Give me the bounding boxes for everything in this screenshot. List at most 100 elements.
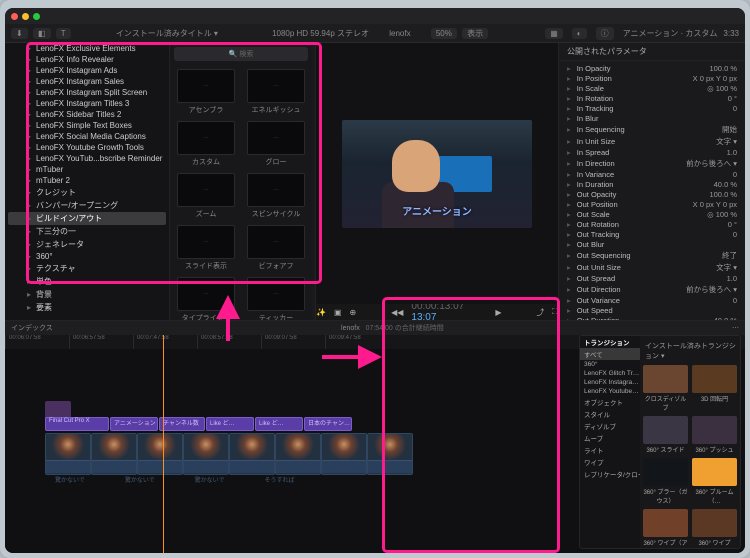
transition-thumbnail[interactable]: 360° スライド <box>643 416 688 454</box>
parameter-row[interactable]: ▸In Direction前から後ろへ ▾ <box>559 157 745 169</box>
transition-folders[interactable]: トランジションすべて360°LenoFX Glitch Tr…LenoFX In… <box>580 336 640 548</box>
folder-item[interactable]: ▸単色 <box>5 275 169 288</box>
parameter-row[interactable]: ▸In Sequencing開始 <box>559 123 745 135</box>
parameter-row[interactable]: ▸In Opacity100.0 % <box>559 63 745 73</box>
parameter-row[interactable]: ▸In Duration40.0 % <box>559 179 745 189</box>
view-select[interactable]: 表示 <box>462 28 488 39</box>
transition-thumbnail[interactable]: クロスディゾルブ <box>643 365 688 412</box>
video-clip[interactable] <box>183 433 229 475</box>
parameter-row[interactable]: ▸In Spread1.0 <box>559 147 745 157</box>
transition-folder[interactable]: レプリケータ/クローン <box>580 468 640 480</box>
browser-header[interactable]: インストール済みタイトル ▾ <box>116 29 218 38</box>
folder-item[interactable]: ▸ジェネレータ <box>5 238 169 251</box>
folder-item[interactable]: ▸背景 <box>5 288 169 301</box>
insp-tab-color[interactable]: ◐ <box>572 28 587 39</box>
title-thumbnail[interactable]: —カスタム <box>174 121 238 167</box>
index-button[interactable]: インデックス <box>11 323 53 333</box>
transition-thumbnail[interactable]: 360° ブルーム（… <box>692 458 737 505</box>
parameter-row[interactable]: ▸In Unit Size文字 ▾ <box>559 135 745 147</box>
folder-item[interactable]: ▸LenoFX Sidebar Titles 2 <box>5 109 169 120</box>
library-tab[interactable]: ⬇ <box>11 28 28 39</box>
transition-thumbnail[interactable]: 360° ワイプ（アイ… <box>643 509 688 548</box>
parameter-row[interactable]: ▸Out Spread1.0 <box>559 273 745 283</box>
share-icon[interactable]: ⤴ <box>536 307 544 318</box>
zoom-select[interactable]: 50% <box>431 28 457 39</box>
timeline[interactable]: 00:06:07:5800:06:57:5800:07:47:5800:08:5… <box>5 335 745 553</box>
crop-icon[interactable]: ▣ <box>334 308 342 317</box>
fullscreen-icon[interactable]: ⛶ <box>552 307 558 317</box>
folder-item[interactable]: ▸LenoFX Exclusive Elements <box>5 43 169 54</box>
play-button[interactable]: ▶ <box>495 308 501 317</box>
transition-folder[interactable]: スタイル <box>580 408 640 420</box>
parameter-row[interactable]: ▸In Blur <box>559 113 745 123</box>
transition-folder[interactable]: ディゾルブ <box>580 420 640 432</box>
insp-tab-info[interactable]: ⓘ <box>596 27 614 40</box>
transition-thumbnail[interactable]: 3D 回転円 <box>692 365 737 412</box>
parameter-list[interactable]: ▸In Opacity100.0 %▸In PositionX 0 px Y 0… <box>559 61 745 320</box>
title-thumbnail[interactable]: —アセンブラ <box>174 69 238 115</box>
folder-item[interactable]: ▸ビルドイン/アウト <box>8 212 166 225</box>
video-clip[interactable] <box>321 433 367 475</box>
parameter-row[interactable]: ▸In Tracking0 <box>559 103 745 113</box>
parameter-row[interactable]: ▸Out Sequencing終了 <box>559 249 745 261</box>
timeline-tools[interactable]: ⋯ <box>732 324 739 332</box>
folder-item[interactable]: ▸LenoFX Instagram Ads <box>5 65 169 76</box>
zoom-dot[interactable] <box>33 13 40 20</box>
parameter-row[interactable]: ▸Out Unit Size文字 ▾ <box>559 261 745 273</box>
video-clip[interactable] <box>45 433 91 475</box>
title-clip[interactable]: 日本のチャン… <box>304 417 352 431</box>
parameter-row[interactable]: ▸Out Scale◎ 100 % <box>559 209 745 219</box>
parameter-row[interactable]: ▸Out Speed <box>559 305 745 315</box>
title-clip[interactable]: Like ど… <box>206 417 254 431</box>
playhead[interactable] <box>163 335 164 553</box>
transition-folder[interactable]: ライト <box>580 444 640 456</box>
parameter-row[interactable]: ▸In Rotation0 ° <box>559 93 745 103</box>
transition-thumbnail[interactable]: 360° プッシュ <box>692 416 737 454</box>
transition-folder[interactable]: LenoFX Glitch Tr… <box>580 369 640 378</box>
folder-item[interactable]: ▸LenoFX Simple Text Boxes <box>5 120 169 131</box>
folder-item[interactable]: ▸mTuber 2 <box>5 175 169 186</box>
parameter-row[interactable]: ▸Out Tracking0 <box>559 229 745 239</box>
video-clip[interactable] <box>275 433 321 475</box>
folder-item[interactable]: ▸テクスチャ <box>5 262 169 275</box>
prev-button[interactable]: ◀◀ <box>391 308 403 317</box>
folder-list[interactable]: ▸LenoFX Exclusive Elements▸LenoFX Info R… <box>5 43 169 320</box>
folder-item[interactable]: ▸360° <box>5 251 169 262</box>
title-clip[interactable]: Final Cut Pro X <box>45 417 109 431</box>
folder-item[interactable]: ▸LenoFX Instagram Split Screen <box>5 87 169 98</box>
titles-tab[interactable]: T <box>56 28 71 39</box>
title-clip[interactable]: Like ど… <box>255 417 303 431</box>
folder-item[interactable]: ▸バンパー/オープニング <box>5 199 169 212</box>
folder-item[interactable]: ▸LenoFX Info Revealer <box>5 54 169 65</box>
minimize-dot[interactable] <box>22 13 29 20</box>
video-clip[interactable] <box>367 433 413 475</box>
title-thumbnail[interactable]: —グロー <box>244 121 308 167</box>
parameter-row[interactable]: ▸Out Opacity100.0 % <box>559 189 745 199</box>
transition-folder[interactable]: 360° <box>580 360 640 369</box>
title-thumbnail[interactable]: —ズーム <box>174 173 238 219</box>
title-thumbnail[interactable]: —ビフォアフ <box>244 225 308 271</box>
folder-item[interactable]: ▸要素 <box>5 301 169 314</box>
transitions-header[interactable]: インストール済みトランジション ▾ <box>643 339 737 365</box>
video-clip[interactable] <box>91 433 137 475</box>
transition-folder[interactable]: オブジェクト <box>580 396 640 408</box>
folder-item[interactable]: ▸LenoFX YouTub...bscribe Reminder <box>5 153 169 164</box>
transition-folder[interactable]: ムーブ <box>580 432 640 444</box>
title-clip[interactable]: アニメーション <box>110 417 158 431</box>
transition-thumbnail[interactable]: 360° ブラー（ガウス） <box>643 458 688 505</box>
video-clip[interactable] <box>137 433 183 475</box>
transition-folder[interactable]: LenoFX Instagra… <box>580 378 640 387</box>
title-thumbnail[interactable]: —ティッカー <box>244 277 308 320</box>
transition-folder[interactable]: LenoFX Youtube… <box>580 387 640 396</box>
parameter-row[interactable]: ▸Out Blur <box>559 239 745 249</box>
parameter-row[interactable]: ▸In Scale◎ 100 % <box>559 83 745 93</box>
folder-item[interactable]: ▸LenoFX Youtube Growth Tools <box>5 142 169 153</box>
transition-folder[interactable]: すべて <box>580 348 640 360</box>
photos-tab[interactable]: ◧ <box>33 28 51 39</box>
transition-thumbnail[interactable]: 360° ワイプ（回… <box>692 509 737 548</box>
video-clip[interactable] <box>229 433 275 475</box>
title-clip[interactable]: チャンネル数 <box>159 417 205 431</box>
parameter-row[interactable]: ▸In Variance0 <box>559 169 745 179</box>
folder-item[interactable]: ▸mTuber <box>5 164 169 175</box>
transition-grid[interactable]: インストール済みトランジション ▾ クロスディゾルブ3D 回転円360° スライ… <box>640 336 740 548</box>
